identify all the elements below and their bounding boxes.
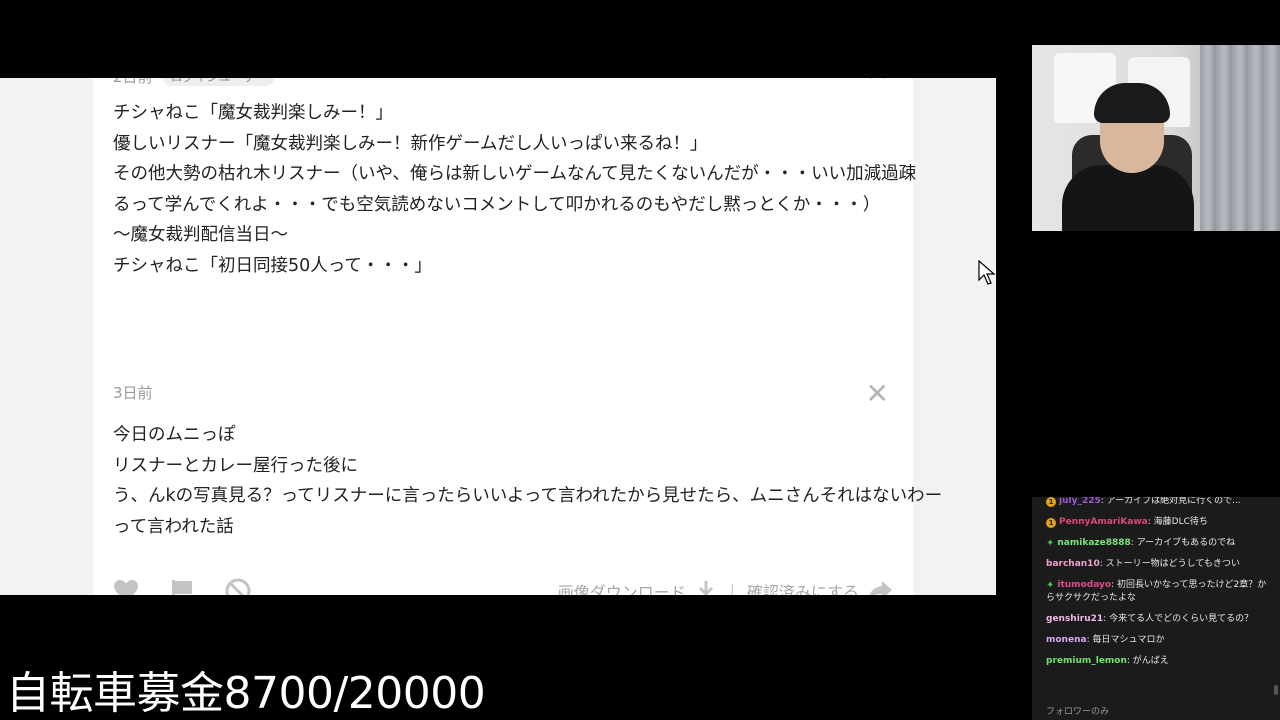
- chat-message: genshiru21: 今来てる人でどのくらい見てるの？: [1032, 609, 1280, 630]
- message-line: その他大勢の枯れ木リスナー（いや、俺らは新しいゲームなんて見たくないんだが・・・…: [113, 164, 917, 184]
- download-icon: [698, 581, 713, 595]
- donation-counter: 自転車募金8700/20000: [6, 668, 486, 719]
- stream-chat: 1 july_225: アーカイブは絶対見に行くので... 1 PennyAmariK…: [1032, 497, 1280, 720]
- mark-confirmed-button[interactable]: 確認済みにする: [747, 579, 893, 595]
- chat-text: : がんばえ: [1126, 656, 1169, 666]
- chat-username[interactable]: genshiru21: [1046, 614, 1103, 624]
- badge-icon: 1: [1046, 518, 1056, 528]
- chat-username[interactable]: premium_lemon: [1046, 656, 1127, 666]
- card-message: 今日のムニっぽ リスナーとカレー屋行った後に う、んkの写真見る？ってリスナーに…: [113, 420, 943, 542]
- chat-scrollbar[interactable]: [1274, 685, 1278, 695]
- flag-icon[interactable]: [169, 578, 195, 595]
- streamer-torso: [1062, 165, 1194, 231]
- chat-message: ✦ itumodayo: 初回長いかなって思ったけど2章？からサクサクだったよな: [1032, 575, 1280, 609]
- chat-message: barchan10: ストーリー物はどうしてもきつい: [1032, 554, 1280, 575]
- image-download-label: 画像ダウンロード: [557, 583, 686, 595]
- chat-username[interactable]: PennyAmariKawa: [1059, 517, 1148, 527]
- sparkle-badge-icon: ✦: [1046, 538, 1055, 549]
- message-line: チシャねこ「初日同接50人って・・・」: [113, 255, 432, 276]
- webcam-feed: [1032, 45, 1280, 231]
- heart-icon[interactable]: [113, 578, 139, 595]
- chat-username[interactable]: july_225: [1059, 497, 1101, 506]
- chat-username[interactable]: monena: [1046, 635, 1087, 645]
- chat-username[interactable]: itumodayo: [1057, 580, 1111, 590]
- chat-message: 1 PennyAmariKawa: 海藤DLC待ち: [1032, 512, 1280, 533]
- chat-message: ✦ namikaze8888: アーカイブもあるのでね: [1032, 533, 1280, 554]
- marshmallow-card: 3日前 ✕ 今日のムニっぽ リスナーとカレー屋行った後に う、んkの写真見る？っ…: [93, 364, 943, 595]
- close-icon[interactable]: ✕: [866, 78, 889, 86]
- card-actions: 画像ダウンロード | 確認済みにする: [113, 576, 893, 595]
- message-line: 優しいリスナー「魔女裁判楽しみー！新作ゲームだし人いっぱい来るね！」: [113, 133, 708, 154]
- login-user-tag: ログインユーザー: [162, 78, 275, 86]
- chat-text: : 毎日マシュマロか: [1086, 635, 1165, 645]
- message-line: う、んkの写真見る？ってリスナーに言ったらいいよって言われたから見せたら、ムニさ…: [113, 486, 943, 506]
- message-line: 〜魔女裁判配信当日〜: [113, 225, 288, 245]
- card-message: チシャねこ「魔女裁判楽しみー！」 優しいリスナー「魔女裁判楽しみー！新作ゲームだ…: [113, 98, 917, 281]
- badge-icon: 1: [1046, 497, 1056, 507]
- card-meta: 2日前 ログインユーザー: [113, 78, 275, 87]
- card-timestamp: 3日前: [113, 384, 153, 402]
- chat-text: : 今来てる人でどのくらい見てるの？: [1103, 614, 1254, 624]
- browser-capture: 2日前 ログインユーザー ✕ チシャねこ「魔女裁判楽しみー！」 優しいリスナー「…: [0, 78, 996, 595]
- chat-text: : アーカイブは絶対見に行くので...: [1100, 497, 1241, 506]
- close-icon[interactable]: ✕: [866, 380, 889, 408]
- curtain: [1200, 45, 1280, 231]
- chat-mode-label: フォロワーのみ: [1046, 707, 1110, 717]
- sparkle-badge-icon: ✦: [1046, 580, 1055, 591]
- chat-username[interactable]: barchan10: [1046, 559, 1100, 569]
- chat-text: : 海藤DLC待ち: [1147, 517, 1208, 527]
- chat-username[interactable]: namikaze8888: [1057, 538, 1130, 548]
- chat-text: : アーカイブもあるのでね: [1130, 538, 1236, 548]
- message-line: って言われた話: [113, 516, 234, 537]
- block-icon[interactable]: [225, 578, 251, 595]
- chat-text: : ストーリー物はどうしてもきつい: [1099, 559, 1240, 569]
- chat-message: 1 july_225: アーカイブは絶対見に行くので...: [1032, 497, 1280, 512]
- card-timestamp: 2日前: [113, 78, 153, 87]
- mouse-cursor-icon: [978, 260, 996, 285]
- message-line: るって学んでくれよ・・・でも空気読めないコメントして叩かれるのもやだし黙っとくか…: [113, 194, 881, 215]
- chat-message: premium_lemon: がんばえ: [1032, 651, 1280, 672]
- message-line: チシャねこ「魔女裁判楽しみー！」: [113, 103, 393, 123]
- card-meta: 3日前: [113, 382, 153, 403]
- chat-list: 1 july_225: アーカイブは絶対見に行くので... 1 PennyAmariK…: [1032, 497, 1280, 672]
- image-download-button[interactable]: 画像ダウンロード: [558, 579, 718, 595]
- message-line: 今日のムニっぽ: [113, 425, 236, 445]
- mark-confirmed-label: 確認済みにする: [746, 583, 859, 595]
- message-line: リスナーとカレー屋行った後に: [113, 455, 358, 476]
- chat-message: monena: 毎日マシュマロか: [1032, 630, 1280, 651]
- share-arrow-icon: [869, 581, 892, 595]
- marshmallow-card: 2日前 ログインユーザー ✕ チシャねこ「魔女裁判楽しみー！」 優しいリスナー「…: [93, 78, 917, 419]
